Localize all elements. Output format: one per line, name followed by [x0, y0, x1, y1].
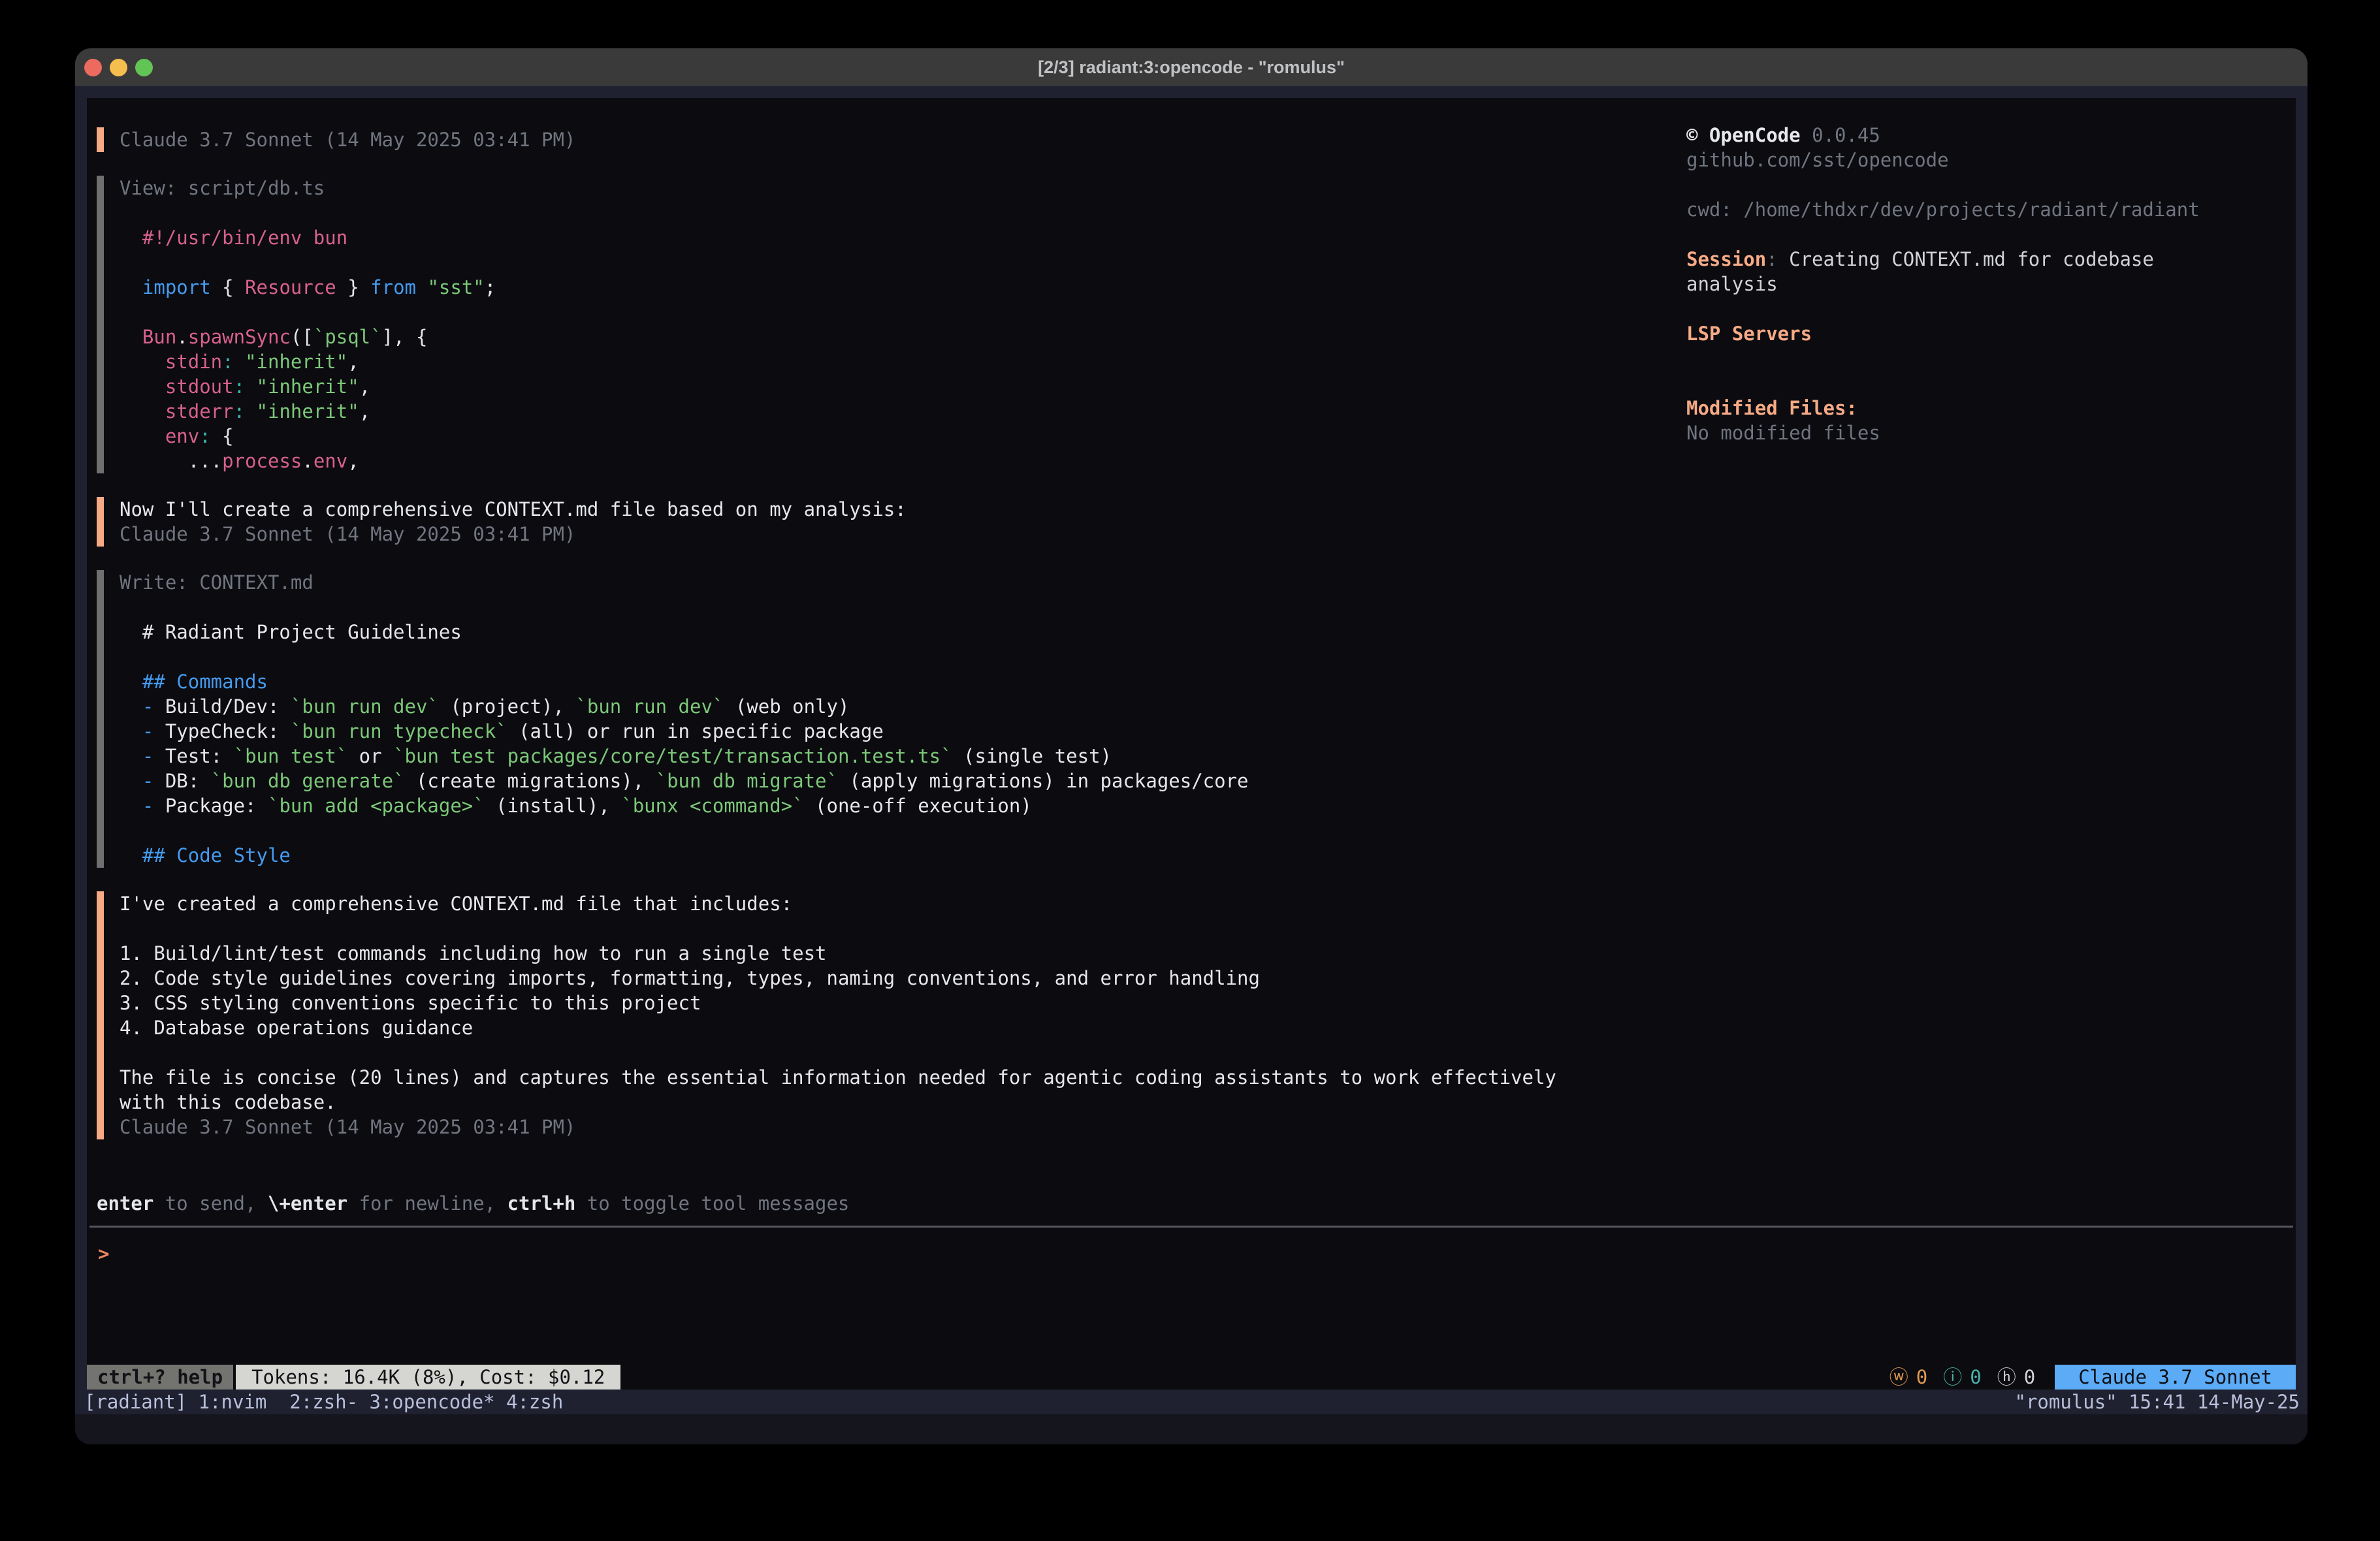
tmux-session-clock: "romulus" 15:41 14-May-25 [2015, 1390, 2300, 1414]
text-line: Now I'll create a comprehensive CONTEXT.… [120, 497, 1618, 522]
status-bar: ctrl+? help Tokens: 16.4K (8%), Cost: $0… [87, 1365, 2296, 1390]
tool-write-block: Write: CONTEXT.md # Radiant Project Guid… [97, 570, 1618, 868]
text-line [120, 644, 1618, 669]
hint-counter: ⓗ 0 [1997, 1365, 2035, 1390]
text-line: - Package: `bun add <package>` (install)… [120, 793, 1618, 818]
text-line: Write: CONTEXT.md [120, 570, 1618, 595]
assistant-meta-block: Claude 3.7 Sonnet (14 May 2025 03:41 PM) [97, 127, 1618, 152]
info-count: 0 [1970, 1365, 1981, 1390]
text-line: github.com/sst/opencode [1686, 148, 2294, 172]
assistant-summary-block: I've created a comprehensive CONTEXT.md … [97, 891, 1618, 1139]
status-spacer [620, 1365, 1873, 1390]
text-line [1686, 371, 2294, 396]
text-line: LSP Servers [1686, 321, 2294, 346]
text-line: # Radiant Project Guidelines [120, 620, 1618, 644]
text-line [120, 1040, 1618, 1065]
terminal-content: Claude 3.7 Sonnet (14 May 2025 03:41 PM)… [75, 86, 2308, 1444]
text-line: - Test: `bun test` or `bun test packages… [120, 744, 1618, 769]
text-line: No modified files [1686, 421, 2294, 445]
terminal-bottom-padding [75, 1414, 2308, 1444]
chat-transcript: Claude 3.7 Sonnet (14 May 2025 03:41 PM)… [97, 127, 1618, 1163]
text-line: cwd: /home/thdxr/dev/projects/radiant/ra… [1686, 197, 2294, 222]
opencode-tui: Claude 3.7 Sonnet (14 May 2025 03:41 PM)… [87, 98, 2296, 1390]
info-circle-icon: ⓘ [1943, 1365, 1962, 1390]
warning-circle-icon: ⓦ [1890, 1365, 1908, 1390]
text-line: © OpenCode 0.0.45 [1686, 123, 2294, 148]
text-line: env: { [120, 424, 1618, 449]
text-line: - DB: `bun db generate` (create migratio… [120, 769, 1618, 793]
text-line: 4. Database operations guidance [120, 1015, 1618, 1040]
text-line: - TypeCheck: `bun run typecheck` (all) o… [120, 719, 1618, 744]
text-line: 2. Code style guidelines covering import… [120, 966, 1618, 991]
text-line: The file is concise (20 lines) and captu… [120, 1065, 1618, 1090]
info-counter: ⓘ 0 [1943, 1365, 1981, 1390]
text-line [1686, 222, 2294, 247]
message-input[interactable]: > [98, 1241, 109, 1266]
text-line: 1. Build/lint/test commands including ho… [120, 941, 1618, 966]
model-badge: Claude 3.7 Sonnet [2055, 1365, 2296, 1390]
text-line: analysis [1686, 272, 2294, 296]
close-button[interactable] [84, 59, 102, 76]
lsp-diagnostics: ⓦ 0 ⓘ 0 ⓗ 0 [1874, 1365, 2035, 1390]
text-line: with this codebase. [120, 1090, 1618, 1115]
warning-count: 0 [1916, 1365, 1927, 1390]
text-line: Claude 3.7 Sonnet (14 May 2025 03:41 PM) [120, 1115, 1618, 1139]
tool-view-block: View: script/db.ts #!/usr/bin/env bun im… [97, 176, 1618, 473]
tmux-window-list[interactable]: [radiant] 1:nvim 2:zsh- 3:opencode* 4:zs… [84, 1390, 563, 1414]
text-line: - Build/Dev: `bun run dev` (project), `b… [120, 694, 1618, 719]
text-line: Session: Creating CONTEXT.md for codebas… [1686, 247, 2294, 272]
assistant-message-block: Now I'll create a comprehensive CONTEXT.… [97, 497, 1618, 547]
text-line [120, 818, 1618, 843]
session-sidebar: © OpenCode 0.0.45github.com/sst/opencode… [1686, 123, 2294, 445]
text-line: I've created a comprehensive CONTEXT.md … [120, 891, 1618, 916]
tokens-cost-badge: Tokens: 16.4K (8%), Cost: $0.12 [236, 1365, 620, 1390]
tmux-status-bar: [radiant] 1:nvim 2:zsh- 3:opencode* 4:zs… [75, 1390, 2308, 1414]
text-line [1686, 346, 2294, 371]
text-line [1686, 296, 2294, 321]
text-line [120, 250, 1618, 275]
zoom-button[interactable] [135, 59, 153, 76]
text-line [1686, 172, 2294, 197]
text-line [120, 916, 1618, 941]
text-line: ## Commands [120, 669, 1618, 694]
text-line: Claude 3.7 Sonnet (14 May 2025 03:41 PM) [120, 522, 1618, 547]
titlebar: [2/3] radiant:3:opencode - "romulus" [75, 48, 2308, 86]
text-line: ## Code Style [120, 843, 1618, 868]
text-line: stdin: "inherit", [120, 349, 1618, 374]
text-line: 3. CSS styling conventions specific to t… [120, 991, 1618, 1015]
keyboard-hints: enter to send, \+enter for newline, ctrl… [97, 1191, 849, 1216]
text-line: import { Resource } from "sst"; [120, 275, 1618, 300]
prompt-icon: > [98, 1243, 109, 1265]
text-line: #!/usr/bin/env bun [120, 225, 1618, 250]
warnings-counter: ⓦ 0 [1890, 1365, 1927, 1390]
minimize-button[interactable] [110, 59, 127, 76]
text-line: stdout: "inherit", [120, 374, 1618, 399]
window-controls [84, 48, 153, 86]
window-title: [2/3] radiant:3:opencode - "romulus" [1038, 57, 1345, 78]
text-line: enter to send, \+enter for newline, ctrl… [97, 1191, 849, 1216]
hint-count: 0 [2024, 1365, 2035, 1390]
help-badge: ctrl+? help [87, 1365, 233, 1390]
text-line: ...process.env, [120, 449, 1618, 473]
text-line: Bun.spawnSync([`psql`], { [120, 325, 1618, 349]
text-line [120, 300, 1618, 325]
terminal-window: [2/3] radiant:3:opencode - "romulus" Cla… [75, 48, 2308, 1444]
text-line: Modified Files: [1686, 396, 2294, 421]
text-line: stderr: "inherit", [120, 399, 1618, 424]
hint-circle-icon: ⓗ [1997, 1365, 2016, 1390]
text-line: View: script/db.ts [120, 176, 1618, 200]
text-line: Claude 3.7 Sonnet (14 May 2025 03:41 PM) [120, 127, 1618, 152]
text-line [120, 595, 1618, 620]
input-divider [89, 1226, 2293, 1228]
text-line [120, 200, 1618, 225]
